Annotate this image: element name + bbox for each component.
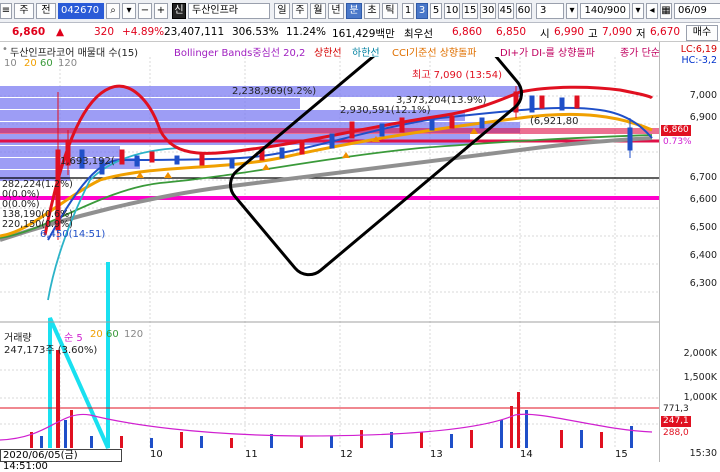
- menu-icon[interactable]: ≡: [0, 3, 12, 19]
- up-triangle-icon: ▲: [56, 26, 65, 38]
- x-tick: 13: [430, 449, 443, 460]
- volume-tag: 247,1: [661, 416, 691, 427]
- period-week[interactable]: 주: [292, 3, 308, 19]
- ma-label-10: 10: [4, 58, 17, 69]
- price-axis: LC:6,19 HC:-3,2 7,000 6,900 6,860 0.73% …: [659, 42, 720, 462]
- volume-ma-60: 60: [106, 329, 119, 340]
- x-tick: 14: [520, 449, 533, 460]
- axis-tick: 6,500: [689, 222, 717, 233]
- best-quote-label: 최우선: [404, 28, 433, 40]
- change-percent: +4.89%: [122, 26, 165, 38]
- open-price: 6,990: [554, 26, 585, 38]
- best-bid: 6,850: [496, 26, 527, 38]
- vp-label: 2,238,969(9.2%): [232, 86, 317, 97]
- volume-ratio: 306.53%: [232, 26, 279, 38]
- info-icon[interactable]: 신: [172, 3, 186, 19]
- x-tick: 15: [615, 449, 628, 460]
- high-price: 7,090: [602, 26, 633, 38]
- stock-name-field[interactable]: 두산인프라: [188, 3, 270, 19]
- minute-1[interactable]: 1: [402, 3, 414, 19]
- minute-30[interactable]: 30: [480, 3, 496, 19]
- calendar-icon[interactable]: ▦: [660, 3, 672, 19]
- change-amount: 320: [94, 26, 115, 38]
- minute-10[interactable]: 10: [444, 3, 460, 19]
- lc-label: LC:6,19: [680, 44, 717, 55]
- search-icon[interactable]: ⌕: [106, 3, 120, 19]
- bar-count-dropdown-icon[interactable]: ▾: [632, 3, 644, 19]
- open-label: 시: [540, 28, 550, 40]
- ma-label-20: 20: [24, 58, 37, 69]
- vp-label: 1,693,192(: [60, 156, 115, 167]
- bar-count-input[interactable]: 140/900: [580, 3, 630, 19]
- axis-tick: 6,900: [689, 112, 717, 123]
- volume-axis-tick: 1,000K: [683, 392, 717, 403]
- x-tick: 10: [150, 449, 163, 460]
- vp-label: 3,373,204(13.9%): [396, 95, 487, 106]
- poc-band: [0, 128, 659, 134]
- axis-tick: 6,300: [689, 278, 717, 289]
- turnover-ratio: 11.24%: [286, 26, 327, 38]
- x-tick: 11: [245, 449, 258, 460]
- low-price-marker: 6,450(14:51): [40, 229, 106, 240]
- volume-value: 247,173주 (3.60%): [4, 345, 98, 356]
- minute-45[interactable]: 45: [498, 3, 514, 19]
- vp-label: 2,930,591(12.1%): [340, 105, 431, 116]
- period-year[interactable]: 년: [328, 3, 344, 19]
- vp-label: (6,921,80: [530, 116, 579, 127]
- low-price: 6,670: [650, 26, 681, 38]
- scroll-left-icon[interactable]: ◂: [646, 3, 658, 19]
- dropdown-icon[interactable]: ▾: [122, 3, 136, 19]
- ma-label-120: 120: [58, 58, 78, 69]
- volume-tag: 288,0: [661, 428, 691, 439]
- interval-count-input[interactable]: 3: [536, 3, 564, 19]
- high-price-marker: 최고 7,090 (13:54): [412, 70, 503, 81]
- date-input[interactable]: 06/09: [674, 3, 720, 19]
- period-second[interactable]: 초: [364, 3, 380, 19]
- best-ask: 6,860: [452, 26, 483, 38]
- axis-tick: 6,600: [689, 194, 717, 205]
- type-select[interactable]: 주: [14, 3, 34, 19]
- volume-bars: [30, 350, 633, 448]
- period-tick[interactable]: 틱: [382, 3, 398, 19]
- plus-icon[interactable]: +: [154, 3, 168, 19]
- volume-tag: 771,3: [661, 404, 691, 415]
- trade-amount: 161,429백만: [332, 28, 395, 40]
- axis-tick: 6,400: [689, 250, 717, 261]
- minute-60[interactable]: 60: [516, 3, 532, 19]
- price-chart[interactable]: [0, 57, 720, 462]
- volume-axis-tick: 2,000K: [683, 348, 717, 359]
- ma-label-60: 60: [40, 58, 53, 69]
- current-price-tag: 6,860: [661, 125, 691, 136]
- minute-3[interactable]: 3: [416, 3, 428, 19]
- volume-ma-120: 120: [124, 329, 144, 340]
- buy-button[interactable]: 매수: [686, 25, 718, 41]
- axis-tick: 7,000: [689, 90, 717, 101]
- x-tick: 12: [340, 449, 353, 460]
- cursor-date: 2020/06/05(금) 14:51:00: [0, 449, 122, 472]
- chart-toolbar: ≡ 주 전 042670 ⌕ ▾ − + 신 두산인프라 일 주 월 년 분 초…: [0, 0, 720, 23]
- volume-axis-tick: 1,500K: [683, 372, 717, 383]
- high-label: 고: [588, 28, 598, 40]
- volume-ma-20: 20: [90, 329, 103, 340]
- axis-tick: 6,700: [689, 172, 717, 183]
- stock-code-input[interactable]: 042670: [58, 3, 104, 19]
- volume-total: 23,407,111: [164, 26, 225, 38]
- low-label: 저: [636, 28, 646, 40]
- period-month[interactable]: 월: [310, 3, 326, 19]
- legend-bullet-icon: •: [2, 44, 8, 55]
- period-minute[interactable]: 분: [346, 3, 362, 19]
- mode-select[interactable]: 전: [36, 3, 56, 19]
- current-price: 6,860: [12, 26, 46, 38]
- percent-tag: 0.73%: [661, 137, 694, 148]
- minus-icon[interactable]: −: [138, 3, 152, 19]
- hc-label: HC:-3,2: [681, 55, 717, 66]
- time-corner: 15:30: [689, 448, 717, 459]
- minute-5[interactable]: 5: [430, 3, 442, 19]
- minute-15[interactable]: 15: [462, 3, 478, 19]
- period-day[interactable]: 일: [274, 3, 290, 19]
- interval-dropdown-icon[interactable]: ▾: [566, 3, 578, 19]
